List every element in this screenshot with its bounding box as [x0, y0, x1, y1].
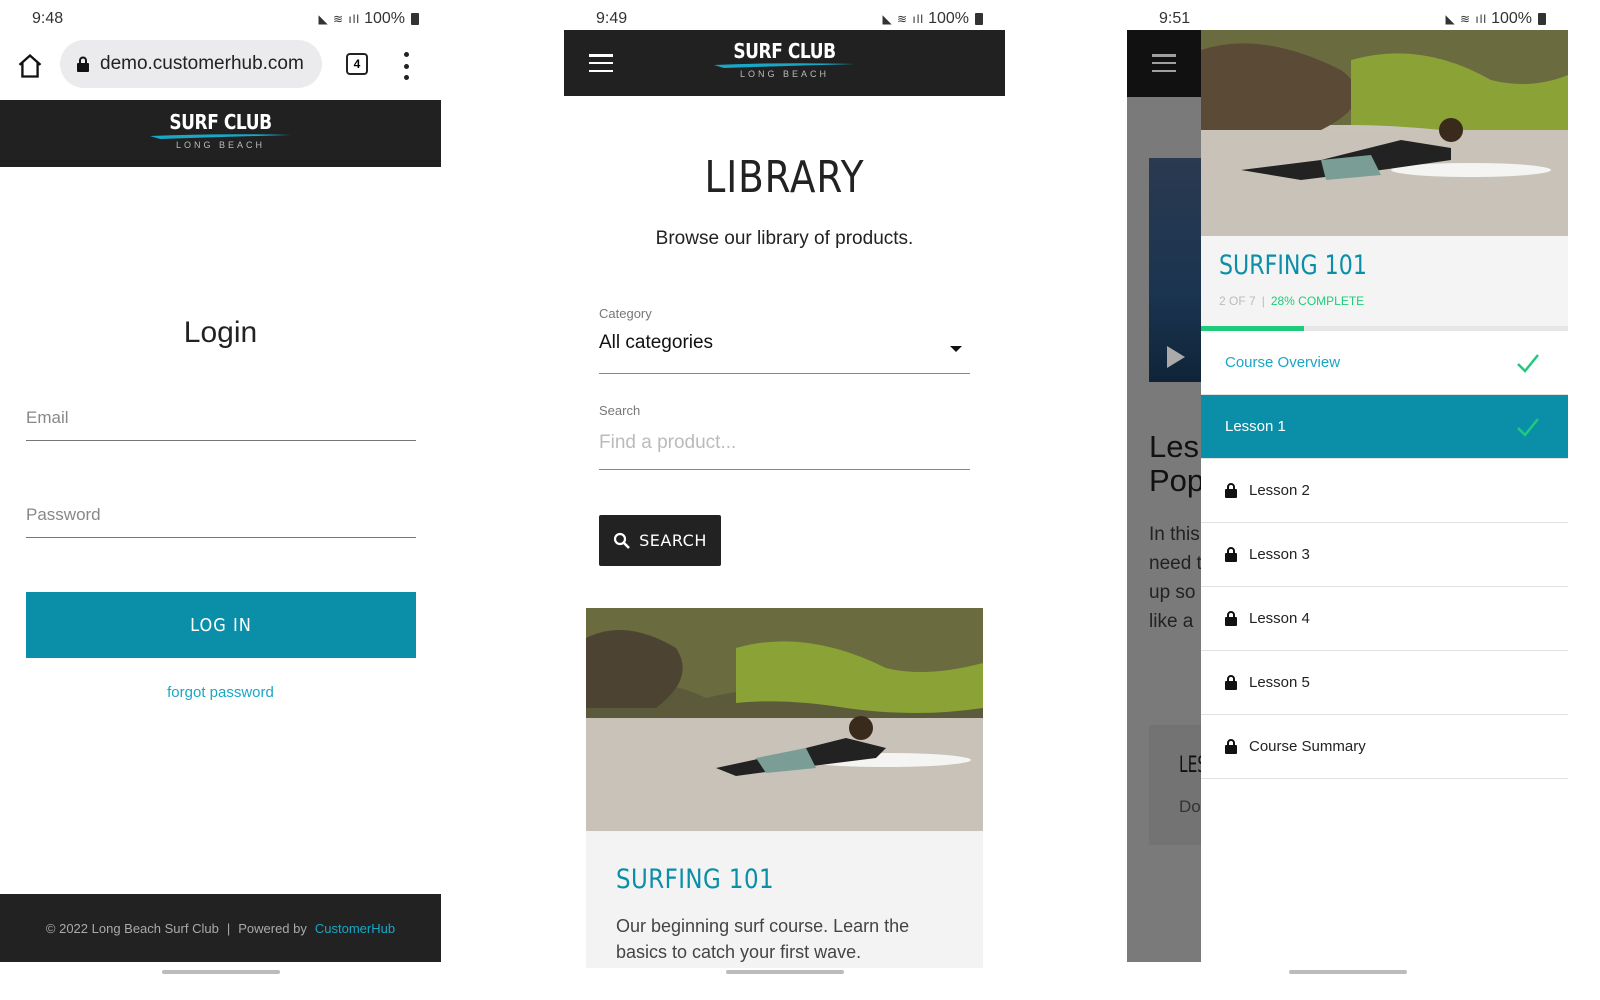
email-field[interactable]: [26, 404, 416, 441]
lesson-label: Course Summary: [1249, 738, 1366, 755]
surfer-photo-icon: [1201, 30, 1568, 236]
play-icon[interactable]: [1167, 346, 1185, 368]
lesson-video[interactable]: [1149, 158, 1209, 382]
search-field[interactable]: [599, 428, 970, 470]
lock-icon: [1225, 739, 1237, 754]
lesson-title-fragment: Les Pop: [1149, 429, 1205, 498]
password-input[interactable]: [26, 501, 416, 537]
status-bar: 9:51 ◣ ≋ ıll 100%: [1127, 0, 1568, 34]
search-button[interactable]: SEARCH: [599, 515, 721, 566]
lesson-label: Lesson 5: [1249, 674, 1310, 691]
lock-icon: [1225, 675, 1237, 690]
site-header: SURF CLUB LONG BEACH: [0, 100, 441, 167]
lock-icon: [1225, 483, 1237, 498]
login-title: Login: [183, 316, 258, 349]
search-button-label: SEARCH: [639, 531, 707, 550]
customerhub-link[interactable]: CustomerHub: [315, 921, 395, 936]
page-subtitle: Browse our library of products.: [655, 228, 914, 249]
battery-icon: [975, 13, 983, 25]
signal-icons: ◣ ≋ ıll: [1445, 12, 1488, 26]
lesson-item[interactable]: Lesson 5: [1201, 651, 1568, 715]
surf-club-logo[interactable]: SURF CLUB LONG BEACH: [714, 39, 855, 79]
status-time: 9:48: [32, 10, 64, 27]
page-title: LIBRARY: [704, 152, 865, 203]
meta-separator: |: [1261, 294, 1265, 308]
signal-icons: ◣ ≋ ıll: [882, 12, 925, 26]
checkmark-icon: [1517, 418, 1539, 437]
product-description: Our beginning surf course. Learn the bas…: [616, 916, 910, 962]
url-bar[interactable]: demo.customerhub.com: [60, 40, 322, 88]
login-screen: 9:48 ◣ ≋ ıll 100% demo.customerhub.com 4…: [0, 0, 441, 980]
course-drawer: SURFING 101 2 OF 7 | 28% COMPLETE Course…: [1201, 30, 1568, 962]
lesson-label: Lesson 3: [1249, 546, 1310, 563]
lock-icon: [77, 56, 89, 72]
battery-percent: 100%: [928, 10, 969, 27]
course-title: SURFING 101: [1219, 250, 1367, 281]
login-button[interactable]: LOG IN: [26, 592, 416, 658]
lesson-label: Lesson 4: [1249, 610, 1310, 627]
library-screen: 9:49 ◣ ≋ ıll 100% SURF CLUB LONG BEACH L…: [564, 0, 1005, 980]
tab-switcher-button[interactable]: 4: [346, 53, 368, 75]
search-input[interactable]: [599, 428, 970, 454]
battery-icon: [411, 13, 419, 25]
category-label: Category: [599, 306, 652, 321]
product-image: [586, 608, 983, 831]
lesson-item[interactable]: Course Overview: [1201, 331, 1568, 395]
status-time: 9:49: [596, 10, 628, 27]
battery-percent: 100%: [1491, 10, 1532, 27]
battery-icon: [1538, 13, 1546, 25]
powered-by-text: Powered by: [238, 920, 307, 936]
course-progress-meta: 2 OF 7 | 28% COMPLETE: [1219, 294, 1364, 308]
site-footer: © 2022 Long Beach Surf Club | Powered by…: [0, 894, 441, 962]
lock-icon: [1225, 611, 1237, 626]
site-header: SURF CLUB LONG BEACH: [564, 30, 1005, 96]
browser-toolbar: demo.customerhub.com 4: [0, 34, 441, 100]
footer-separator: |: [226, 920, 231, 936]
password-field[interactable]: [26, 501, 416, 538]
course-header: SURFING 101 2 OF 7 | 28% COMPLETE: [1201, 236, 1568, 331]
email-input[interactable]: [26, 404, 416, 440]
hamburger-menu-icon[interactable]: [589, 54, 613, 72]
status-bar: 9:48 ◣ ≋ ıll 100%: [0, 0, 441, 34]
surfer-photo-icon: [586, 608, 983, 831]
course-screen: 9:51 ◣ ≋ ıll 100% Les Pop In this need t …: [1127, 0, 1568, 980]
lesson-item[interactable]: Lesson 4: [1201, 587, 1568, 651]
gesture-bar: [1289, 970, 1407, 974]
gesture-bar: [162, 970, 280, 974]
checkmark-icon: [1517, 354, 1539, 373]
lesson-text-fragment: In this need t up so like a: [1149, 524, 1202, 632]
product-card[interactable]: SURFING 101 Our beginning surf course. L…: [586, 608, 983, 968]
lock-icon: [1225, 547, 1237, 562]
battery-percent: 100%: [364, 10, 405, 27]
lesson-label: Course Overview: [1225, 354, 1341, 371]
search-icon: [614, 532, 631, 549]
lesson-list: Course Overview Lesson 1 Lesson 2 Lesson 3 L…: [1201, 331, 1568, 779]
lesson-item[interactable]: Course Summary: [1201, 715, 1568, 779]
search-label: Search: [599, 403, 641, 418]
forgot-password-link[interactable]: forgot password: [0, 684, 441, 701]
more-menu-icon[interactable]: [400, 52, 412, 80]
category-value: All categories: [599, 332, 714, 353]
signal-icons: ◣ ≋ ıll: [318, 12, 361, 26]
hamburger-menu-icon[interactable]: [1152, 54, 1176, 72]
course-image: [1201, 30, 1568, 236]
lesson-position: 2 OF 7: [1219, 294, 1256, 308]
lesson-resource-box: LES Do: [1149, 725, 1209, 845]
category-select[interactable]: All categories: [599, 332, 970, 374]
url-text: demo.customerhub.com: [100, 53, 304, 74]
lesson-label: Lesson 1: [1225, 418, 1286, 435]
copyright-text: © 2022 Long Beach Surf Club: [45, 920, 219, 936]
lesson-item[interactable]: Lesson 3: [1201, 523, 1568, 587]
product-name[interactable]: SURFING 101: [616, 864, 774, 895]
home-icon[interactable]: [16, 52, 44, 80]
gesture-bar: [726, 970, 844, 974]
status-time: 9:51: [1159, 10, 1191, 27]
dropdown-caret-icon: [950, 346, 962, 352]
status-bar: 9:49 ◣ ≋ ıll 100%: [564, 0, 1005, 34]
surf-club-logo[interactable]: SURF CLUB LONG BEACH: [150, 110, 291, 150]
lesson-item[interactable]: Lesson 2: [1201, 459, 1568, 523]
percent-complete: 28% COMPLETE: [1270, 294, 1365, 308]
lesson-item[interactable]: Lesson 1: [1201, 395, 1568, 459]
lesson-label: Lesson 2: [1249, 482, 1310, 499]
